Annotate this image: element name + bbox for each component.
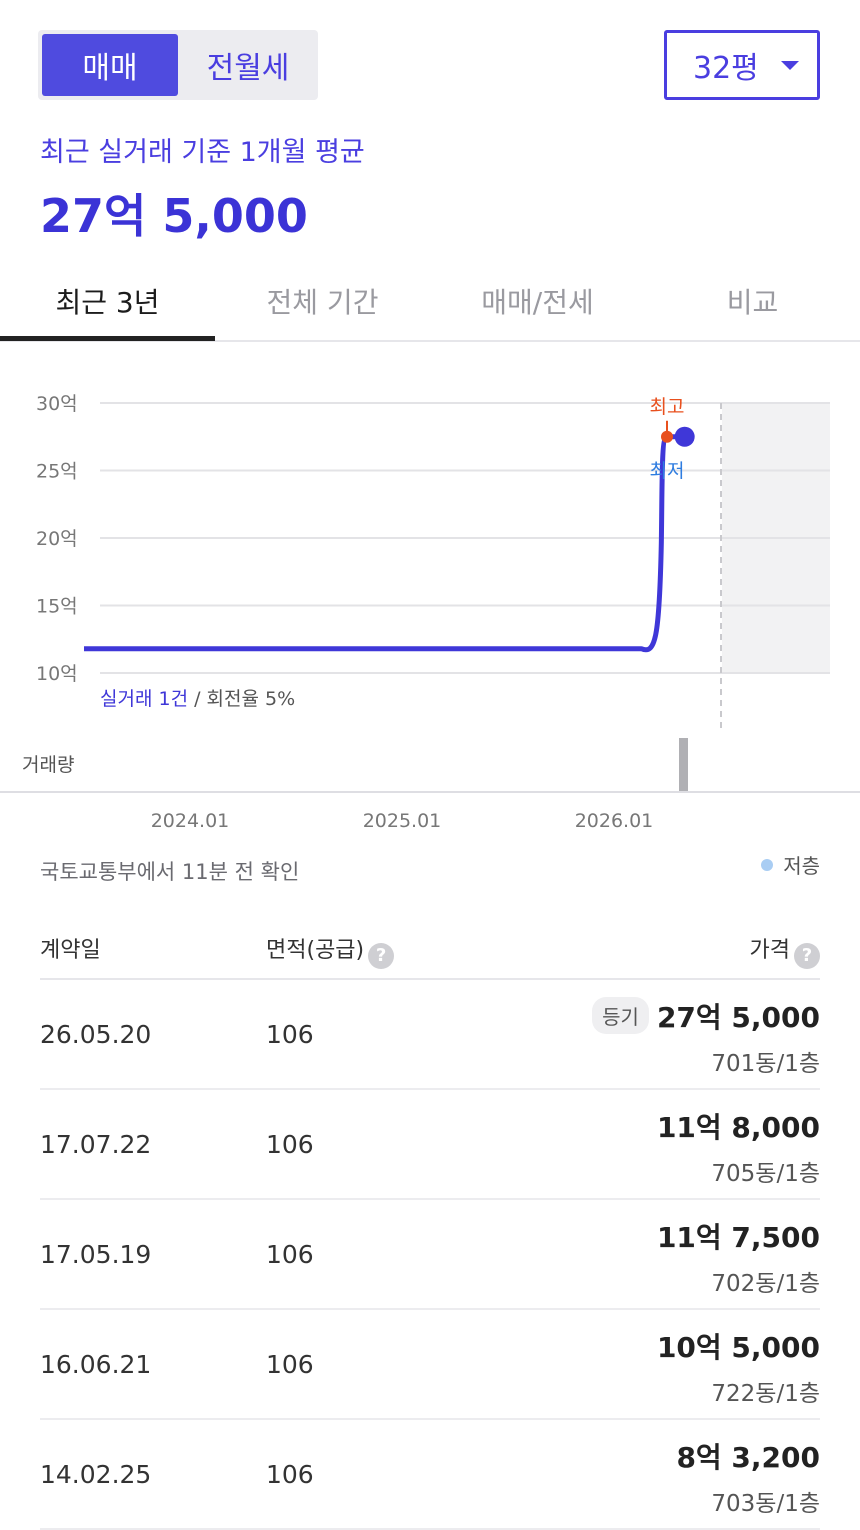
row-price: 11억 7,500 — [656, 1221, 820, 1254]
tab-all-period[interactable]: 전체 기간 — [215, 262, 430, 340]
transactions-table: 계약일 면적(공급)? 가격? 26.05.20 106 등기 27억 5,000 70… — [40, 912, 820, 1530]
y-tick-label: 20억 — [36, 528, 78, 550]
header-price: 가격? — [750, 932, 820, 969]
row-unit: 703동/1층 — [711, 1491, 820, 1517]
table-row[interactable]: 26.05.20 106 등기 27억 5,000 701동/1층 — [40, 980, 820, 1090]
row-price: 11억 8,000 — [656, 1111, 820, 1144]
chart-divider — [0, 791, 860, 793]
row-price-cell: 11억 7,500 702동/1층 — [657, 1216, 820, 1298]
average-price: 27억 5,000 — [40, 189, 308, 243]
row-date: 14.02.25 — [40, 1460, 152, 1489]
row-date: 16.06.21 — [40, 1350, 152, 1379]
help-icon[interactable]: ? — [368, 943, 395, 969]
row-date: 26.05.20 — [40, 1020, 152, 1049]
row-price-cell: 11억 8,000 705동/1층 — [657, 1106, 820, 1188]
low-floor-legend-dot — [761, 858, 774, 871]
row-area: 106 — [266, 1020, 314, 1049]
x-axis-ticks: 2024.01 2025.01 2026.01 — [151, 810, 654, 832]
low-label: 최저 — [650, 460, 685, 482]
row-area: 106 — [266, 1240, 314, 1269]
period-tabs: 최근 3년 전체 기간 매매/전세 비교 — [0, 262, 860, 342]
row-date: 17.07.22 — [40, 1130, 152, 1159]
rent-toggle-button[interactable]: 전월세 — [180, 34, 316, 96]
volume-label: 거래량 — [22, 754, 74, 776]
row-price: 27억 5,000 — [656, 1001, 820, 1034]
trade-type-toggle: 매매 전월세 — [38, 30, 318, 100]
size-select[interactable]: 32평 — [664, 30, 820, 100]
active-tab-indicator — [0, 336, 215, 341]
price-chart[interactable]: 30억 25억 20억 15억 10억 최고 최저 실거래 1건 / 회전율 5% 거래량… — [0, 360, 860, 840]
tab-recent-3-years[interactable]: 최근 3년 — [0, 262, 215, 340]
header-area: 면적(공급)? — [266, 932, 395, 969]
size-select-value: 32평 — [693, 51, 759, 86]
row-unit: 701동/1층 — [711, 1051, 820, 1077]
row-unit: 705동/1층 — [711, 1161, 820, 1187]
y-tick-label: 10억 — [36, 663, 78, 685]
chevron-down-icon — [781, 61, 799, 70]
row-date: 17.05.19 — [40, 1240, 152, 1269]
y-tick-label: 25억 — [36, 461, 78, 483]
x-tick-label: 2025.01 — [363, 810, 442, 832]
table-header: 계약일 면적(공급)? 가격? — [40, 912, 820, 980]
price-line — [84, 434, 685, 653]
high-label: 최고 — [650, 396, 685, 418]
volume-bar — [679, 738, 688, 792]
row-price-cell: 8억 3,200 703동/1층 — [676, 1436, 820, 1518]
table-row[interactable]: 16.06.21 106 10억 5,000 722동/1층 — [40, 1310, 820, 1420]
x-tick-label: 2026.01 — [575, 810, 654, 832]
legend: 저층 — [761, 850, 820, 879]
tab-sale-jeonse[interactable]: 매매/전세 — [430, 262, 645, 340]
row-area: 106 — [266, 1460, 314, 1489]
registered-badge: 등기 — [592, 997, 649, 1034]
row-area: 106 — [266, 1350, 314, 1379]
sale-toggle-button[interactable]: 매매 — [42, 34, 178, 96]
row-area: 106 — [266, 1130, 314, 1159]
row-unit: 702동/1층 — [711, 1271, 820, 1297]
help-icon[interactable]: ? — [794, 943, 820, 969]
latest-point-marker[interactable] — [674, 426, 695, 447]
y-axis-ticks: 30억 25억 20억 15억 10억 — [36, 393, 78, 685]
y-tick-label: 30억 — [36, 393, 78, 415]
header-date: 계약일 — [40, 938, 101, 963]
row-price: 8억 3,200 — [676, 1441, 820, 1474]
y-tick-label: 15억 — [36, 596, 78, 618]
table-row[interactable]: 17.07.22 106 11억 8,000 705동/1층 — [40, 1090, 820, 1200]
row-price-cell: 등기 27억 5,000 701동/1층 — [592, 996, 820, 1078]
trade-count-label: 실거래 1건 / 회전율 5% — [100, 688, 295, 710]
average-subtitle: 최근 실거래 기준 1개월 평균 — [40, 137, 365, 168]
table-row[interactable]: 17.05.19 106 11억 7,500 702동/1층 — [40, 1200, 820, 1310]
row-price: 10억 5,000 — [656, 1331, 820, 1364]
tab-compare[interactable]: 비교 — [645, 262, 860, 340]
x-tick-label: 2024.01 — [151, 810, 230, 832]
source-note: 국토교통부에서 11분 전 확인 — [40, 860, 300, 884]
row-price-cell: 10억 5,000 722동/1층 — [657, 1326, 820, 1408]
low-floor-legend-label: 저층 — [783, 854, 820, 878]
table-row[interactable]: 14.02.25 106 8억 3,200 703동/1층 — [40, 1420, 820, 1530]
row-unit: 722동/1층 — [711, 1381, 820, 1407]
